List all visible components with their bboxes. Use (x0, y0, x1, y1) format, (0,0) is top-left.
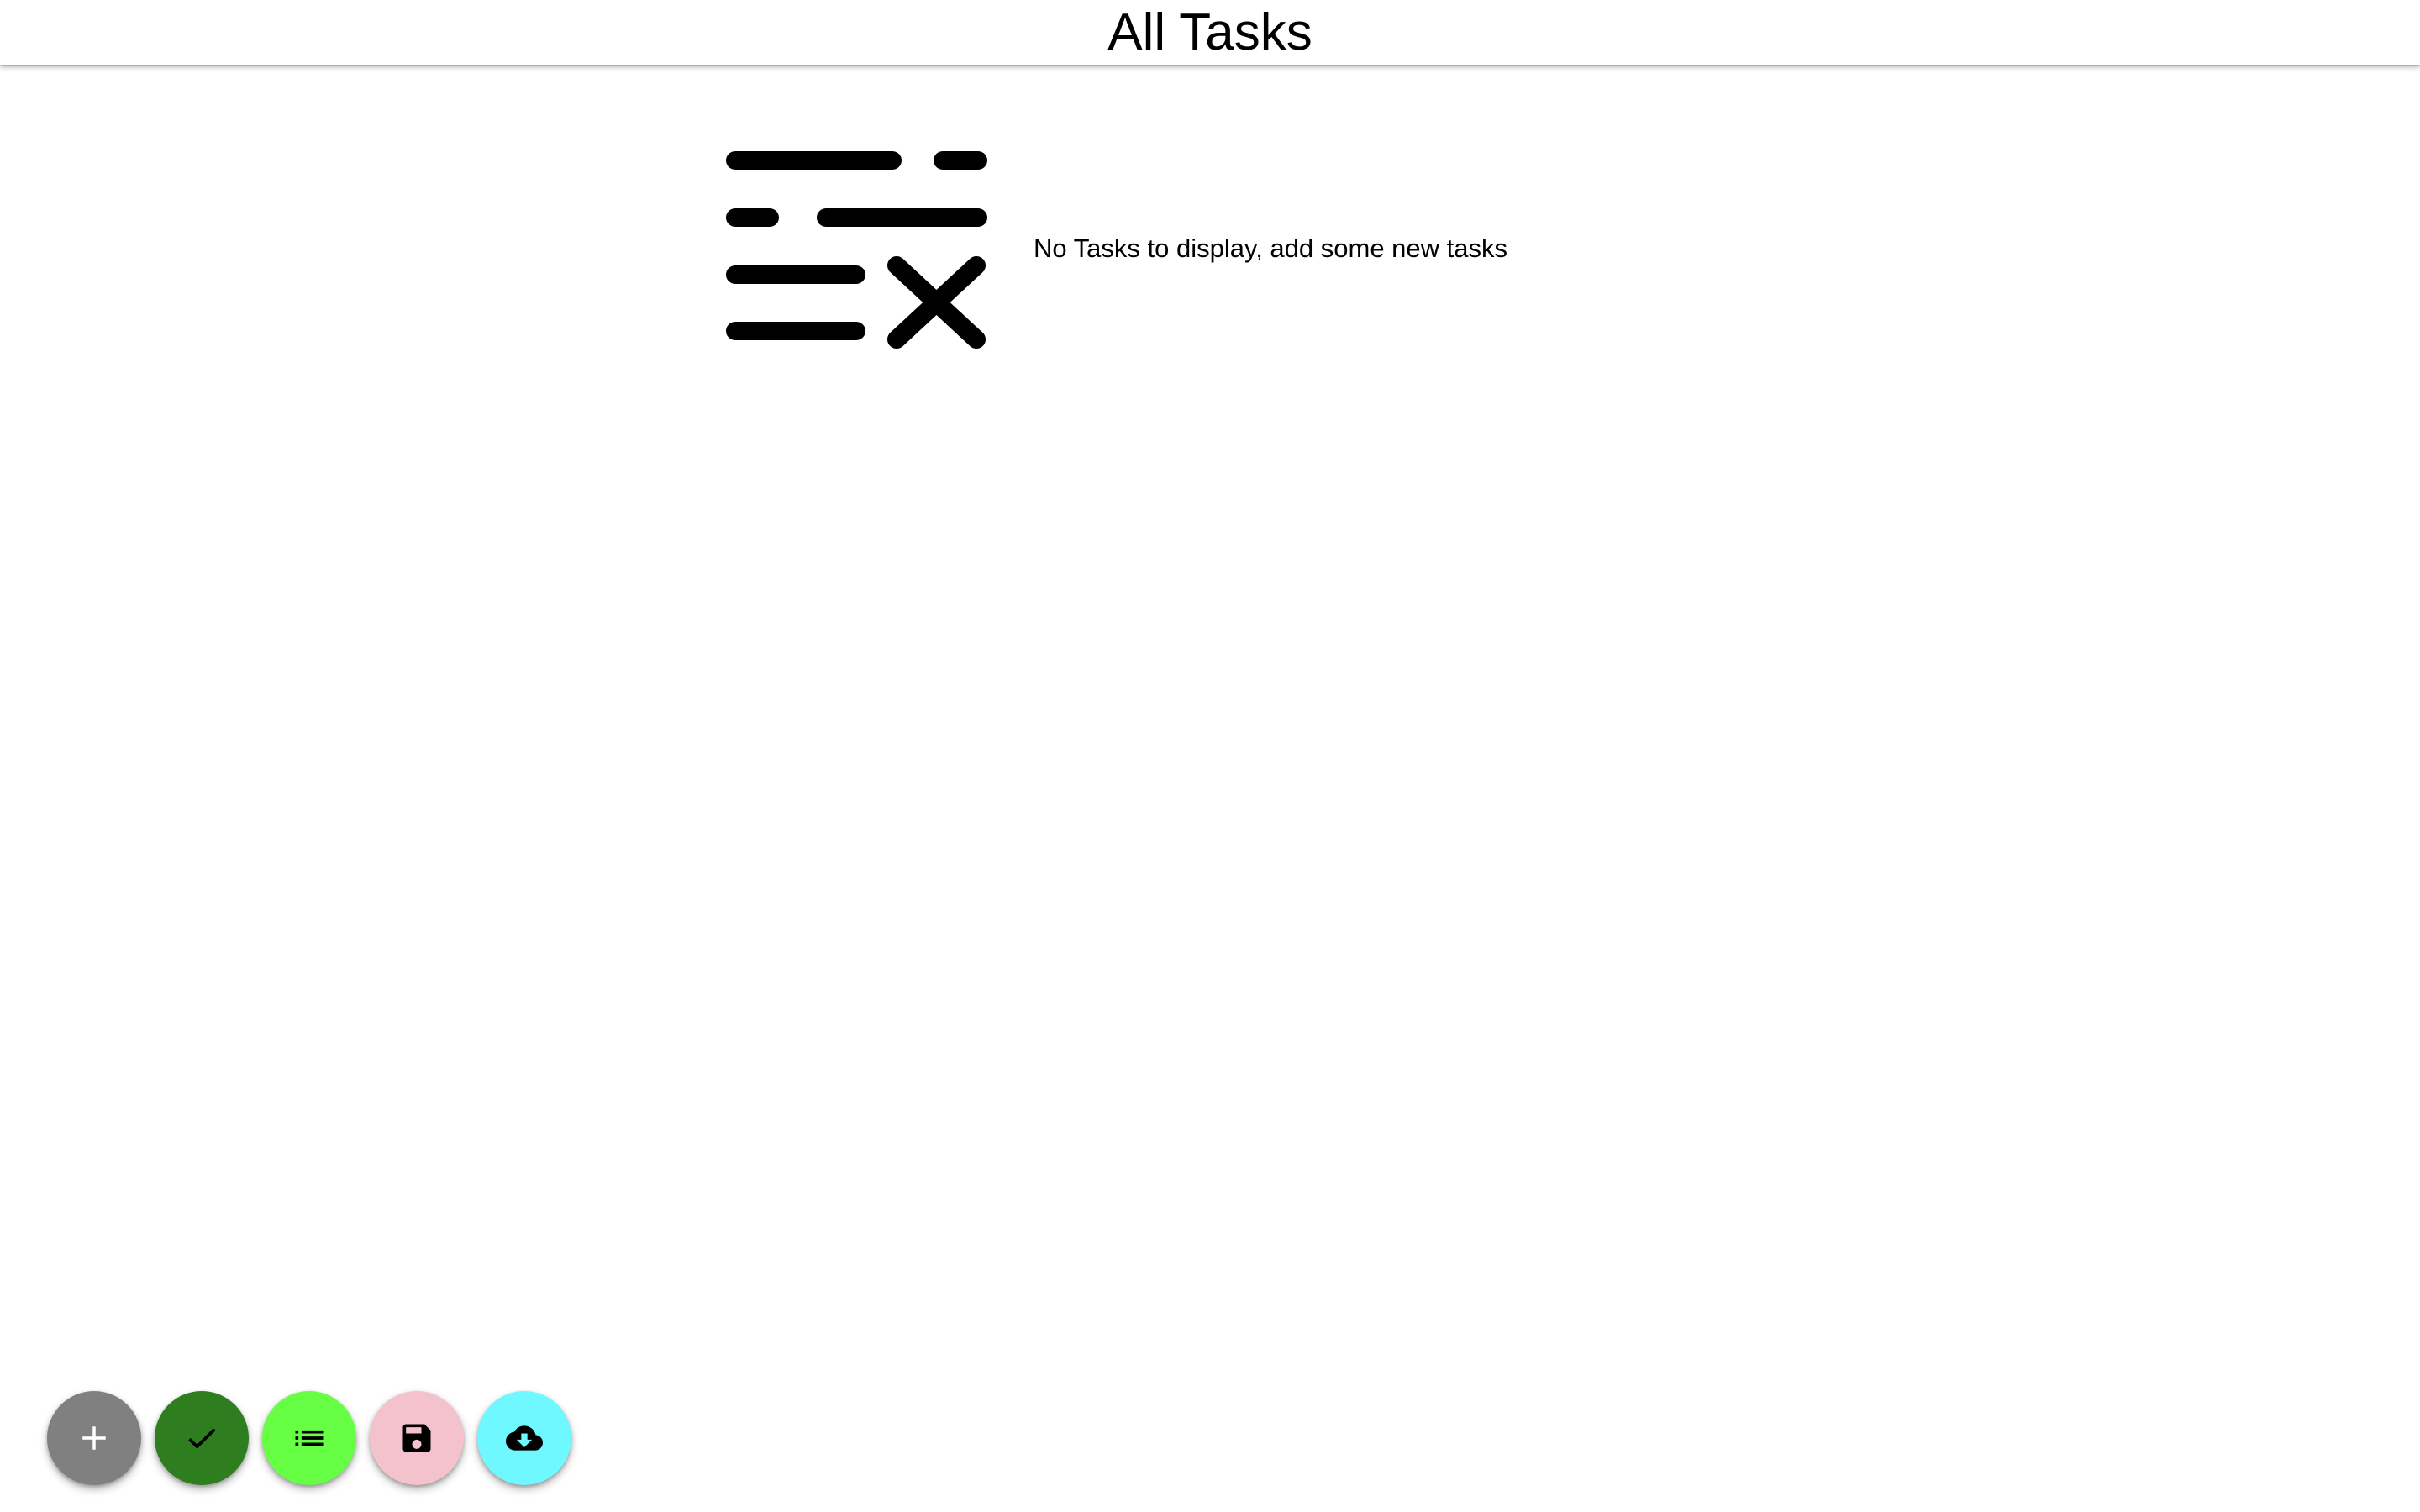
plus-icon (82, 1426, 106, 1450)
floppy-disk-icon (402, 1424, 431, 1452)
all-tasks-button[interactable] (262, 1391, 356, 1485)
cloud-download-button[interactable] (477, 1391, 571, 1485)
app-bar: All Tasks (0, 0, 2420, 65)
empty-state-message: No Tasks to display, add some new tasks (1034, 234, 1508, 263)
save-button[interactable] (370, 1391, 464, 1485)
completed-tasks-button[interactable] (155, 1391, 249, 1485)
page-title: All Tasks (1107, 3, 1313, 61)
clear-list-icon (726, 151, 987, 349)
action-button-bar (47, 1391, 571, 1485)
empty-state: No Tasks to display, add some new tasks (726, 148, 1507, 349)
add-task-button[interactable] (47, 1391, 141, 1485)
cloud-download-icon (506, 1425, 543, 1451)
list-icon (295, 1430, 324, 1446)
check-icon (188, 1428, 216, 1449)
app-root: All Tasks No Tasks to display, add some … (0, 0, 2420, 1512)
